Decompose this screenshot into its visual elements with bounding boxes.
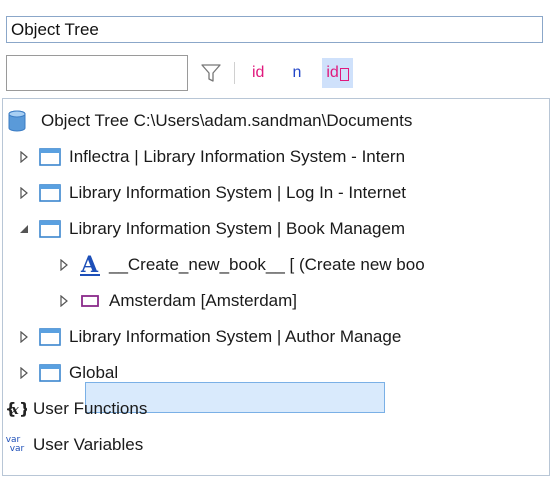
tree-item-window[interactable]: Inflectra | Library Information System -… [17, 141, 405, 173]
tree-item-text-link[interactable]: A __Create_new_book__ [ (Create new boo [57, 249, 425, 281]
toggle-id-button[interactable]: id [249, 58, 267, 88]
function-icon: { x } [5, 398, 27, 420]
expand-arrow-icon[interactable] [17, 186, 31, 200]
tree-item-label: Global [69, 363, 119, 382]
tree-root[interactable]: Object Tree C:\Users\adam.sandman\Docume… [7, 105, 412, 137]
toolbar-divider [234, 62, 235, 84]
tree-item-element[interactable]: Amsterdam [Amsterdam] [57, 285, 297, 317]
window-icon [39, 148, 61, 166]
expand-arrow-icon[interactable] [17, 330, 31, 344]
toggle-name-button[interactable]: n [289, 58, 304, 88]
window-icon [39, 220, 61, 238]
window-icon [39, 364, 61, 382]
tree-item-window-expanded[interactable]: Library Information System | Book Manage… [17, 213, 405, 245]
tree-item-label: Library Information System | Author Mana… [69, 327, 402, 346]
expand-arrow-icon[interactable] [17, 150, 31, 164]
text-link-icon: A [79, 253, 101, 277]
object-tree-title: Object Tree [6, 16, 543, 43]
tree-item-label: __Create_new_book__ [ (Create new boo [109, 255, 425, 274]
expand-arrow-icon[interactable] [57, 294, 71, 308]
var-icon: var var [5, 436, 25, 454]
tree-item-window[interactable]: Library Information System | Log In - In… [17, 177, 406, 209]
bracket-box-icon [339, 67, 349, 81]
tree-user-variables-label: User Variables [33, 435, 144, 454]
database-icon [7, 110, 27, 132]
svg-text:A: A [80, 253, 99, 277]
tree-user-functions[interactable]: { x } User Functions [5, 393, 147, 425]
var-icon-text-bottom: var [9, 444, 25, 454]
toggle-id-bracket-button[interactable]: id [322, 58, 353, 88]
funnel-icon[interactable] [198, 60, 224, 86]
element-icon [79, 293, 101, 309]
object-tree: Object Tree C:\Users\adam.sandman\Docume… [2, 98, 550, 476]
filter-input[interactable] [6, 55, 188, 91]
tree-item-label: Library Information System | Book Manage… [69, 219, 406, 238]
window-icon [39, 184, 61, 202]
expand-arrow-icon[interactable] [17, 366, 31, 380]
panel-title: Object Tree [11, 19, 99, 39]
tree-item-label: Inflectra | Library Information System -… [69, 147, 406, 166]
tree-toolbar: id n id [6, 53, 546, 93]
tree-root-label: Object Tree C:\Users\adam.sandman\Docume… [41, 111, 413, 130]
window-icon [39, 328, 61, 346]
tree-item-label: Amsterdam [Amsterdam] [109, 291, 297, 310]
expand-arrow-icon[interactable] [57, 258, 71, 272]
tree-user-functions-label: User Functions [33, 399, 148, 418]
tree-item-label: Library Information System | Log In - In… [69, 183, 407, 202]
toggle-id-bracket-label: id [326, 64, 339, 81]
collapse-arrow-icon[interactable] [17, 222, 31, 236]
tree-user-variables[interactable]: var var User Variables [5, 429, 144, 461]
svg-text:}: } [19, 399, 27, 418]
tree-item-window[interactable]: Global [17, 357, 118, 389]
svg-text:x: x [10, 403, 19, 418]
tree-item-window[interactable]: Library Information System | Author Mana… [17, 321, 401, 353]
